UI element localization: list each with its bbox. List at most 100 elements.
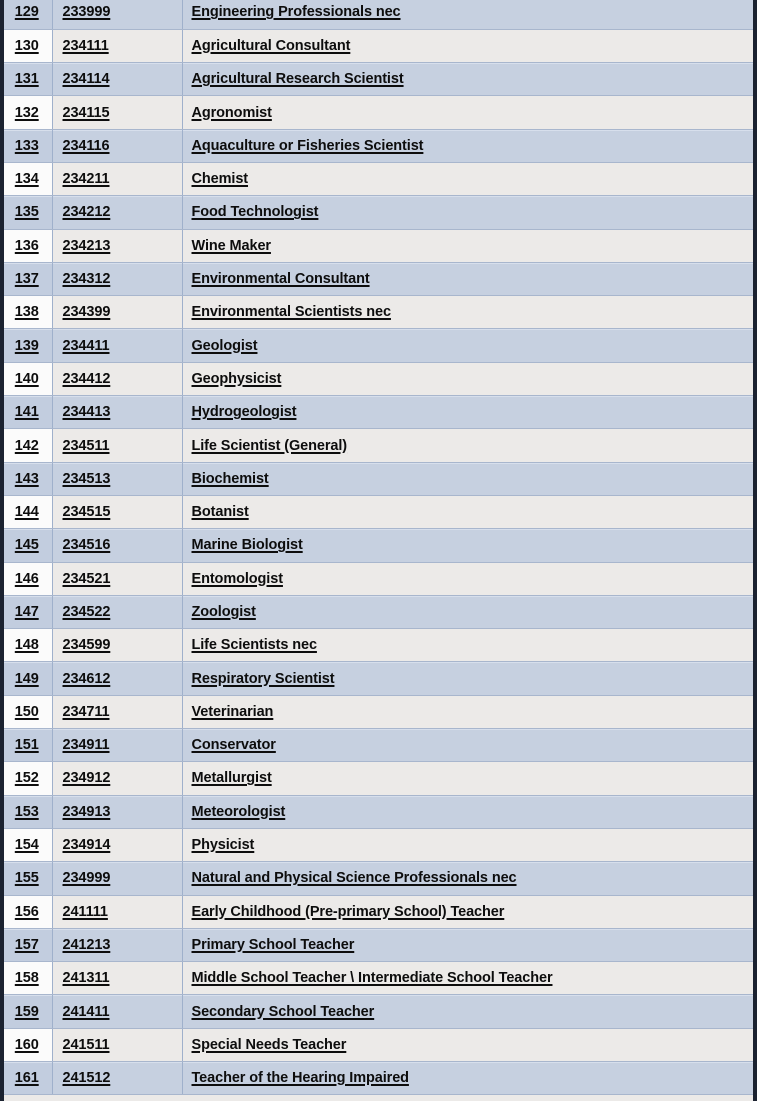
occupation-name-cell-text: Agricultural Consultant [191,37,351,54]
row-index-cell-text: 144 [14,504,39,521]
table-row[interactable]: 149 234612 Respiratory Scientist [4,661,753,696]
occupation-name-cell-text: Primary School Teacher [191,936,355,953]
table-row[interactable]: 141 234413 Hydrogeologist [4,395,753,430]
row-index-cell: 132 [4,95,53,130]
row-index-cell: 142 [4,428,53,463]
table-row[interactable]: 156 241111 Early Childhood (Pre-primary Sc… [4,895,753,929]
occupation-name-cell: Environmental Consultant [182,262,753,297]
occupation-name-cell: Life Scientist (General) [182,428,753,463]
row-index-cell-text: 148 [14,637,39,654]
table-row[interactable]: 140 234412 Geophysicist [4,362,753,397]
table-row[interactable]: 142 234511 Life Scientist (General) [4,428,753,463]
table-row[interactable]: 160 241511 Special Needs Teacher [4,1028,753,1063]
table-row[interactable]: 129 233999 Engineering Professionals nec [4,0,753,30]
occupation-code-cell-text: 241512 [62,1070,111,1087]
occupation-name-cell: Hydrogeologist [182,395,753,430]
table-row[interactable]: 138 234399 Environmental Scientists nec [4,295,753,330]
occupation-name-cell-text: Zoologist [191,603,256,620]
occupation-name-cell: Veterinarian [182,695,753,730]
occupation-name-cell-text: Life Scientist (General) [191,437,348,454]
table-row[interactable]: 159 241411 Secondary School Teacher [4,994,753,1029]
occupation-code-cell: 241512 [52,1061,183,1096]
row-index-cell: 147 [4,595,53,630]
occupation-name-cell: Life Scientists nec [182,628,753,663]
occupation-code-cell-text: 241311 [62,970,110,987]
table-row[interactable]: 135 234212 Food Technologist [4,195,753,230]
row-index-cell-text: 142 [14,437,39,454]
row-index-cell: 157 [4,928,53,963]
occupation-name-cell: Geologist [182,328,753,363]
row-index-cell-text: 159 [14,1003,39,1020]
table-row[interactable]: 146 234521 Entomologist [4,562,753,596]
occupation-code-cell-text: 234111 [62,37,109,54]
occupation-code-cell: 241411 [52,994,183,1029]
occupation-code-cell-text: 234911 [62,737,110,754]
table-row[interactable]: 157 241213 Primary School Teacher [4,928,753,963]
table-row[interactable]: 145 234516 Marine Biologist [4,528,753,563]
occupation-name-cell-text: Wine Maker [191,237,272,254]
occupation-name-cell-text: Metallurgist [191,770,272,787]
row-index-cell-text: 137 [14,271,39,288]
row-index-cell: 144 [4,495,53,530]
occupation-code-cell: 234114 [52,62,183,97]
table-viewport[interactable]: 129 233999 Engineering Professionals nec 13… [4,0,753,1101]
occupation-code-cell: 234212 [52,195,183,230]
row-index-cell: 149 [4,661,53,696]
table-row[interactable]: 132 234115 Agronomist [4,95,753,130]
table-row[interactable]: 136 234213 Wine Maker [4,229,753,263]
table-row[interactable]: 131 234114 Agricultural Research Scientist [4,62,753,97]
occupation-name-cell: Physicist [182,828,753,863]
table-row[interactable]: 158 241311 Middle School Teacher \ Interme… [4,961,753,996]
row-index-cell: 143 [4,462,53,496]
occupation-code-cell: 234521 [52,562,183,596]
occupation-code-cell: 234115 [52,95,183,130]
table-row[interactable]: 152 234912 Metallurgist [4,761,753,796]
row-index-cell: 138 [4,295,53,330]
row-index-cell: 141 [4,395,53,430]
table-row[interactable]: 147 234522 Zoologist [4,595,753,630]
table-row[interactable]: 155 234999 Natural and Physical Science Pr… [4,861,753,896]
table-row[interactable]: 151 234911 Conservator [4,728,753,763]
occupation-code-cell-text: 241111 [62,903,108,920]
row-index-cell-text: 147 [14,603,39,620]
table-row[interactable]: 143 234513 Biochemist [4,462,753,496]
row-index-cell-text: 138 [14,304,39,321]
occupation-code-cell: 234116 [52,129,183,163]
table-row[interactable]: 130 234111 Agricultural Consultant [4,29,753,64]
row-index-cell: 153 [4,795,53,829]
table-row[interactable]: 161 241512 Teacher of the Hearing Impaired [4,1061,753,1096]
table-row[interactable]: 139 234411 Geologist [4,328,753,363]
occupation-name-cell: Agronomist [182,95,753,130]
occupation-code-cell-text: 234213 [62,237,111,254]
table-row[interactable]: 148 234599 Life Scientists nec [4,628,753,663]
table-row[interactable]: 153 234913 Meteorologist [4,795,753,829]
row-index-cell: 159 [4,994,53,1029]
table-row[interactable]: 133 234116 Aquaculture or Fisheries Scient… [4,129,753,163]
row-index-cell-text: 130 [14,37,39,54]
row-index-cell-text: 132 [14,104,39,121]
row-index-cell: 136 [4,229,53,263]
occupation-code-cell: 241213 [52,928,183,963]
row-index-cell: 154 [4,828,53,863]
table-row[interactable]: 144 234515 Botanist [4,495,753,530]
row-index-cell-text: 158 [14,970,39,987]
table-row[interactable]: 137 234312 Environmental Consultant [4,262,753,297]
row-index-cell: 160 [4,1028,53,1063]
occupation-code-cell-text: 234513 [62,470,111,487]
row-index-cell: 133 [4,129,53,163]
occupation-name-cell-text: Teacher of the Hearing Impaired [191,1070,410,1087]
occupation-code-cell-text: 234521 [62,570,111,587]
occupation-code-cell: 234599 [52,628,183,663]
occupation-name-cell-text: Secondary School Teacher [191,1003,375,1020]
table-row[interactable]: 154 234914 Physicist [4,828,753,863]
occupation-code-cell-text: 234522 [62,603,111,620]
occupation-name-cell: Environmental Scientists nec [182,295,753,330]
occupation-code-cell-text: 234913 [62,803,111,820]
occupation-code-cell: 241511 [52,1028,183,1063]
table-row[interactable]: 150 234711 Veterinarian [4,695,753,730]
table-row[interactable]: 134 234211 Chemist [4,162,753,197]
occupation-name-cell: Chemist [182,162,753,197]
occupation-name-cell: Meteorologist [182,795,753,829]
occupation-code-cell: 234111 [52,29,183,64]
row-index-cell: 130 [4,29,53,64]
